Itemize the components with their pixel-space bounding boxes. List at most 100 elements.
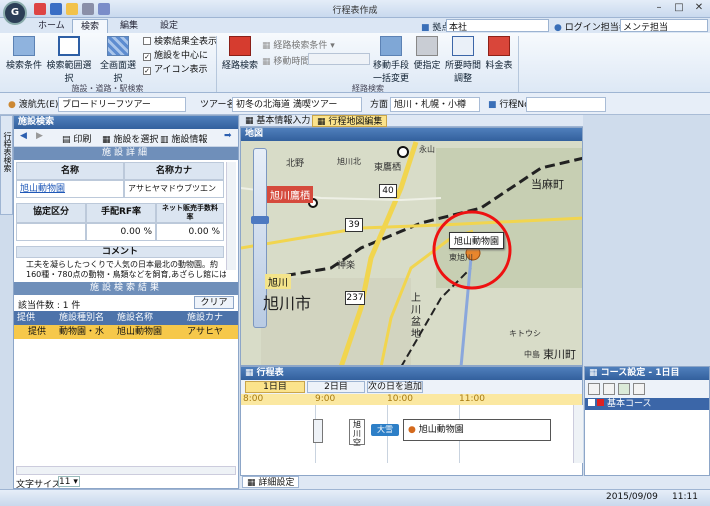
tab-detail-settings[interactable]: ▦ 詳細設定 xyxy=(242,476,300,488)
direction-field[interactable]: 旭川・札幌・小樽 xyxy=(390,97,480,112)
move-batch-button[interactable]: 移動手段 一括変更 xyxy=(372,36,410,84)
label-asahikawa-takasu: 旭川鷹栖 xyxy=(267,186,313,203)
col-name: 名称 xyxy=(16,162,124,180)
schedule-scrollbar[interactable] xyxy=(573,405,583,463)
facility-popup[interactable]: 旭山動物園 xyxy=(449,232,505,249)
tour-field[interactable]: 初冬の北海道 満喫ツアー xyxy=(232,97,362,112)
side-tab[interactable]: 行程表検索 xyxy=(0,115,13,215)
office-select[interactable]: 本社 xyxy=(446,19,549,33)
col-type[interactable]: 施設種別名 xyxy=(56,311,114,325)
comment-label: コメント xyxy=(16,246,224,258)
col-category: 協定区分 xyxy=(16,203,86,223)
col-facility[interactable]: 施設名称 xyxy=(114,311,184,325)
itinerary-field[interactable] xyxy=(526,97,606,112)
cell-provide: 提供 xyxy=(28,327,47,337)
col-fee: 手配RF率 xyxy=(86,203,156,223)
tab-day1[interactable]: 1日目 xyxy=(245,381,305,393)
save-icon[interactable] xyxy=(34,3,46,15)
status-bar xyxy=(0,489,710,506)
status-time: 11:11 xyxy=(672,492,698,502)
search-condition-button[interactable]: 検索条件 xyxy=(6,36,42,71)
label-asahikawa: 旭川 xyxy=(265,274,291,289)
route-condition[interactable]: ▦ 経路検索条件 ▾ xyxy=(262,38,335,51)
center-checkbox[interactable]: ✓ 施設を中心に xyxy=(143,51,208,62)
route-search-button[interactable]: 経路検索 xyxy=(222,36,258,71)
airport-block[interactable]: 旭川空 xyxy=(349,419,365,447)
print-icon[interactable] xyxy=(82,3,94,15)
transport-badge[interactable]: 大雪 xyxy=(371,424,399,436)
show-all-checkbox[interactable]: 検索結果全表示 xyxy=(143,37,217,48)
close-button[interactable]: ✕ xyxy=(690,1,708,15)
horizontal-scrollbar[interactable] xyxy=(16,466,236,475)
open-icon[interactable] xyxy=(66,3,78,15)
travel-field[interactable]: ブロードリーフツアー xyxy=(58,97,186,112)
map-view[interactable]: 地図 北野 東鷹栖 永山 当麻町 旭川鷹栖 旭川北 神楽 東旭川 上川盆地 旭川… xyxy=(240,127,583,366)
icon-show-checkbox[interactable]: ✓ アイコン表示 xyxy=(143,65,208,76)
clock-icon xyxy=(416,36,438,56)
route-shield-237: 237 xyxy=(345,291,365,305)
clear-button[interactable]: クリア xyxy=(194,296,234,309)
time-11: 11:00 xyxy=(459,394,485,404)
zoo-block[interactable]: ● 旭山動物園 xyxy=(403,419,551,441)
facility-name-link[interactable]: 旭山動物園 xyxy=(16,180,124,198)
move-time[interactable]: ▦ 移動時間 xyxy=(262,54,309,67)
move-time-select[interactable] xyxy=(308,53,370,65)
facility-search-panel: 施設検索 ◀ ▶ ▤ 印刷 ▦ 施設を選択 ▥ 施設情報 ➡ 施設詳細 名称 名… xyxy=(13,115,239,490)
time-10: 10:00 xyxy=(387,394,413,404)
select-facility-button[interactable]: ▦ 施設を選択 xyxy=(102,132,158,145)
zoom-handle[interactable] xyxy=(251,216,269,224)
net-value: 0.00 % xyxy=(156,223,224,241)
cell-type: 動物園・水 xyxy=(59,327,105,337)
detail-scrollbar[interactable] xyxy=(226,162,236,270)
col-facility-kana[interactable]: 施設カナ xyxy=(184,311,238,325)
tab-map-edit[interactable]: ▦ 行程地図編集 xyxy=(312,115,388,127)
label-kitoushi: キトウシ xyxy=(509,329,541,338)
full-select-button[interactable]: 全画面選択 xyxy=(96,36,140,84)
print-button[interactable]: ▤ 印刷 xyxy=(62,132,91,145)
detail-table: 名称 名称カナ 旭山動物園 アサヒヤマドウブツエン 協定区分 手配RF率 ネット… xyxy=(14,160,238,279)
result-count: 該当件数 : 1 件 xyxy=(18,301,81,311)
cell-facility: 旭山動物園 xyxy=(117,327,163,337)
schedule-panel: ▦ 行程表 1日目 2日目 次の日を追加 8:00 9:00 10:00 11:… xyxy=(240,366,583,476)
login-field[interactable]: メンテ担当 xyxy=(620,19,708,33)
tab-search[interactable]: 検索 xyxy=(72,19,109,33)
course-item[interactable]: 基本コース xyxy=(585,398,709,410)
schedule-title: ▦ 行程表 xyxy=(241,367,582,380)
copy-icon[interactable] xyxy=(617,383,630,395)
tab-settings[interactable]: 設定 xyxy=(152,19,186,33)
add-day-button[interactable]: 次の日を追加 xyxy=(367,381,423,393)
route-shield-40: 40 xyxy=(379,184,397,198)
preview-icon[interactable] xyxy=(98,3,110,15)
label-higashitakasu: 東鷹栖 xyxy=(374,163,402,173)
fee-table-button[interactable]: 料金表 xyxy=(484,36,514,71)
status-date: 2015/09/09 xyxy=(606,492,658,502)
tab-basic-info[interactable]: ▦ 基本情報入力 xyxy=(241,115,314,127)
add-icon[interactable] xyxy=(588,383,600,395)
fee-icon xyxy=(488,36,510,56)
tab-home[interactable]: ホーム xyxy=(30,19,73,33)
facility-info-button[interactable]: ▥ 施設情報 xyxy=(160,132,207,145)
next-arrow-icon[interactable]: ➡ xyxy=(224,131,232,141)
detail-header: 施設詳細 xyxy=(14,147,238,160)
forward-icon[interactable]: ▶ xyxy=(36,131,43,141)
minimize-button[interactable]: – xyxy=(650,1,668,15)
maximize-button[interactable]: □ xyxy=(670,1,688,15)
new-icon[interactable] xyxy=(50,3,62,15)
window-title: 行程表作成 xyxy=(332,6,378,16)
route-shield-39: 39 xyxy=(345,218,363,232)
font-size-select[interactable]: 11 ▾ xyxy=(58,476,80,487)
settings-icon[interactable] xyxy=(632,383,645,395)
group-label-facility: 施設・道路・駅検索 xyxy=(71,84,144,93)
schedule-block[interactable] xyxy=(313,419,323,443)
range-select-button[interactable]: 検索範囲選択 xyxy=(44,36,94,84)
col-provide[interactable]: 提供 xyxy=(14,311,56,325)
tab-edit[interactable]: 編集 xyxy=(112,19,146,33)
delete-icon[interactable] xyxy=(602,383,615,395)
time-9: 9:00 xyxy=(315,394,336,404)
back-icon[interactable]: ◀ xyxy=(20,131,27,141)
table-row[interactable]: 提供 動物園・水 旭山動物園 アサヒヤ xyxy=(14,325,238,339)
tab-day2[interactable]: 2日目 xyxy=(307,381,365,393)
required-time-button[interactable]: 所要時間 調整 xyxy=(444,36,482,84)
facility-kana: アサヒヤマドウブツエン xyxy=(124,180,224,198)
convenience-button[interactable]: 便指定 xyxy=(412,36,442,71)
